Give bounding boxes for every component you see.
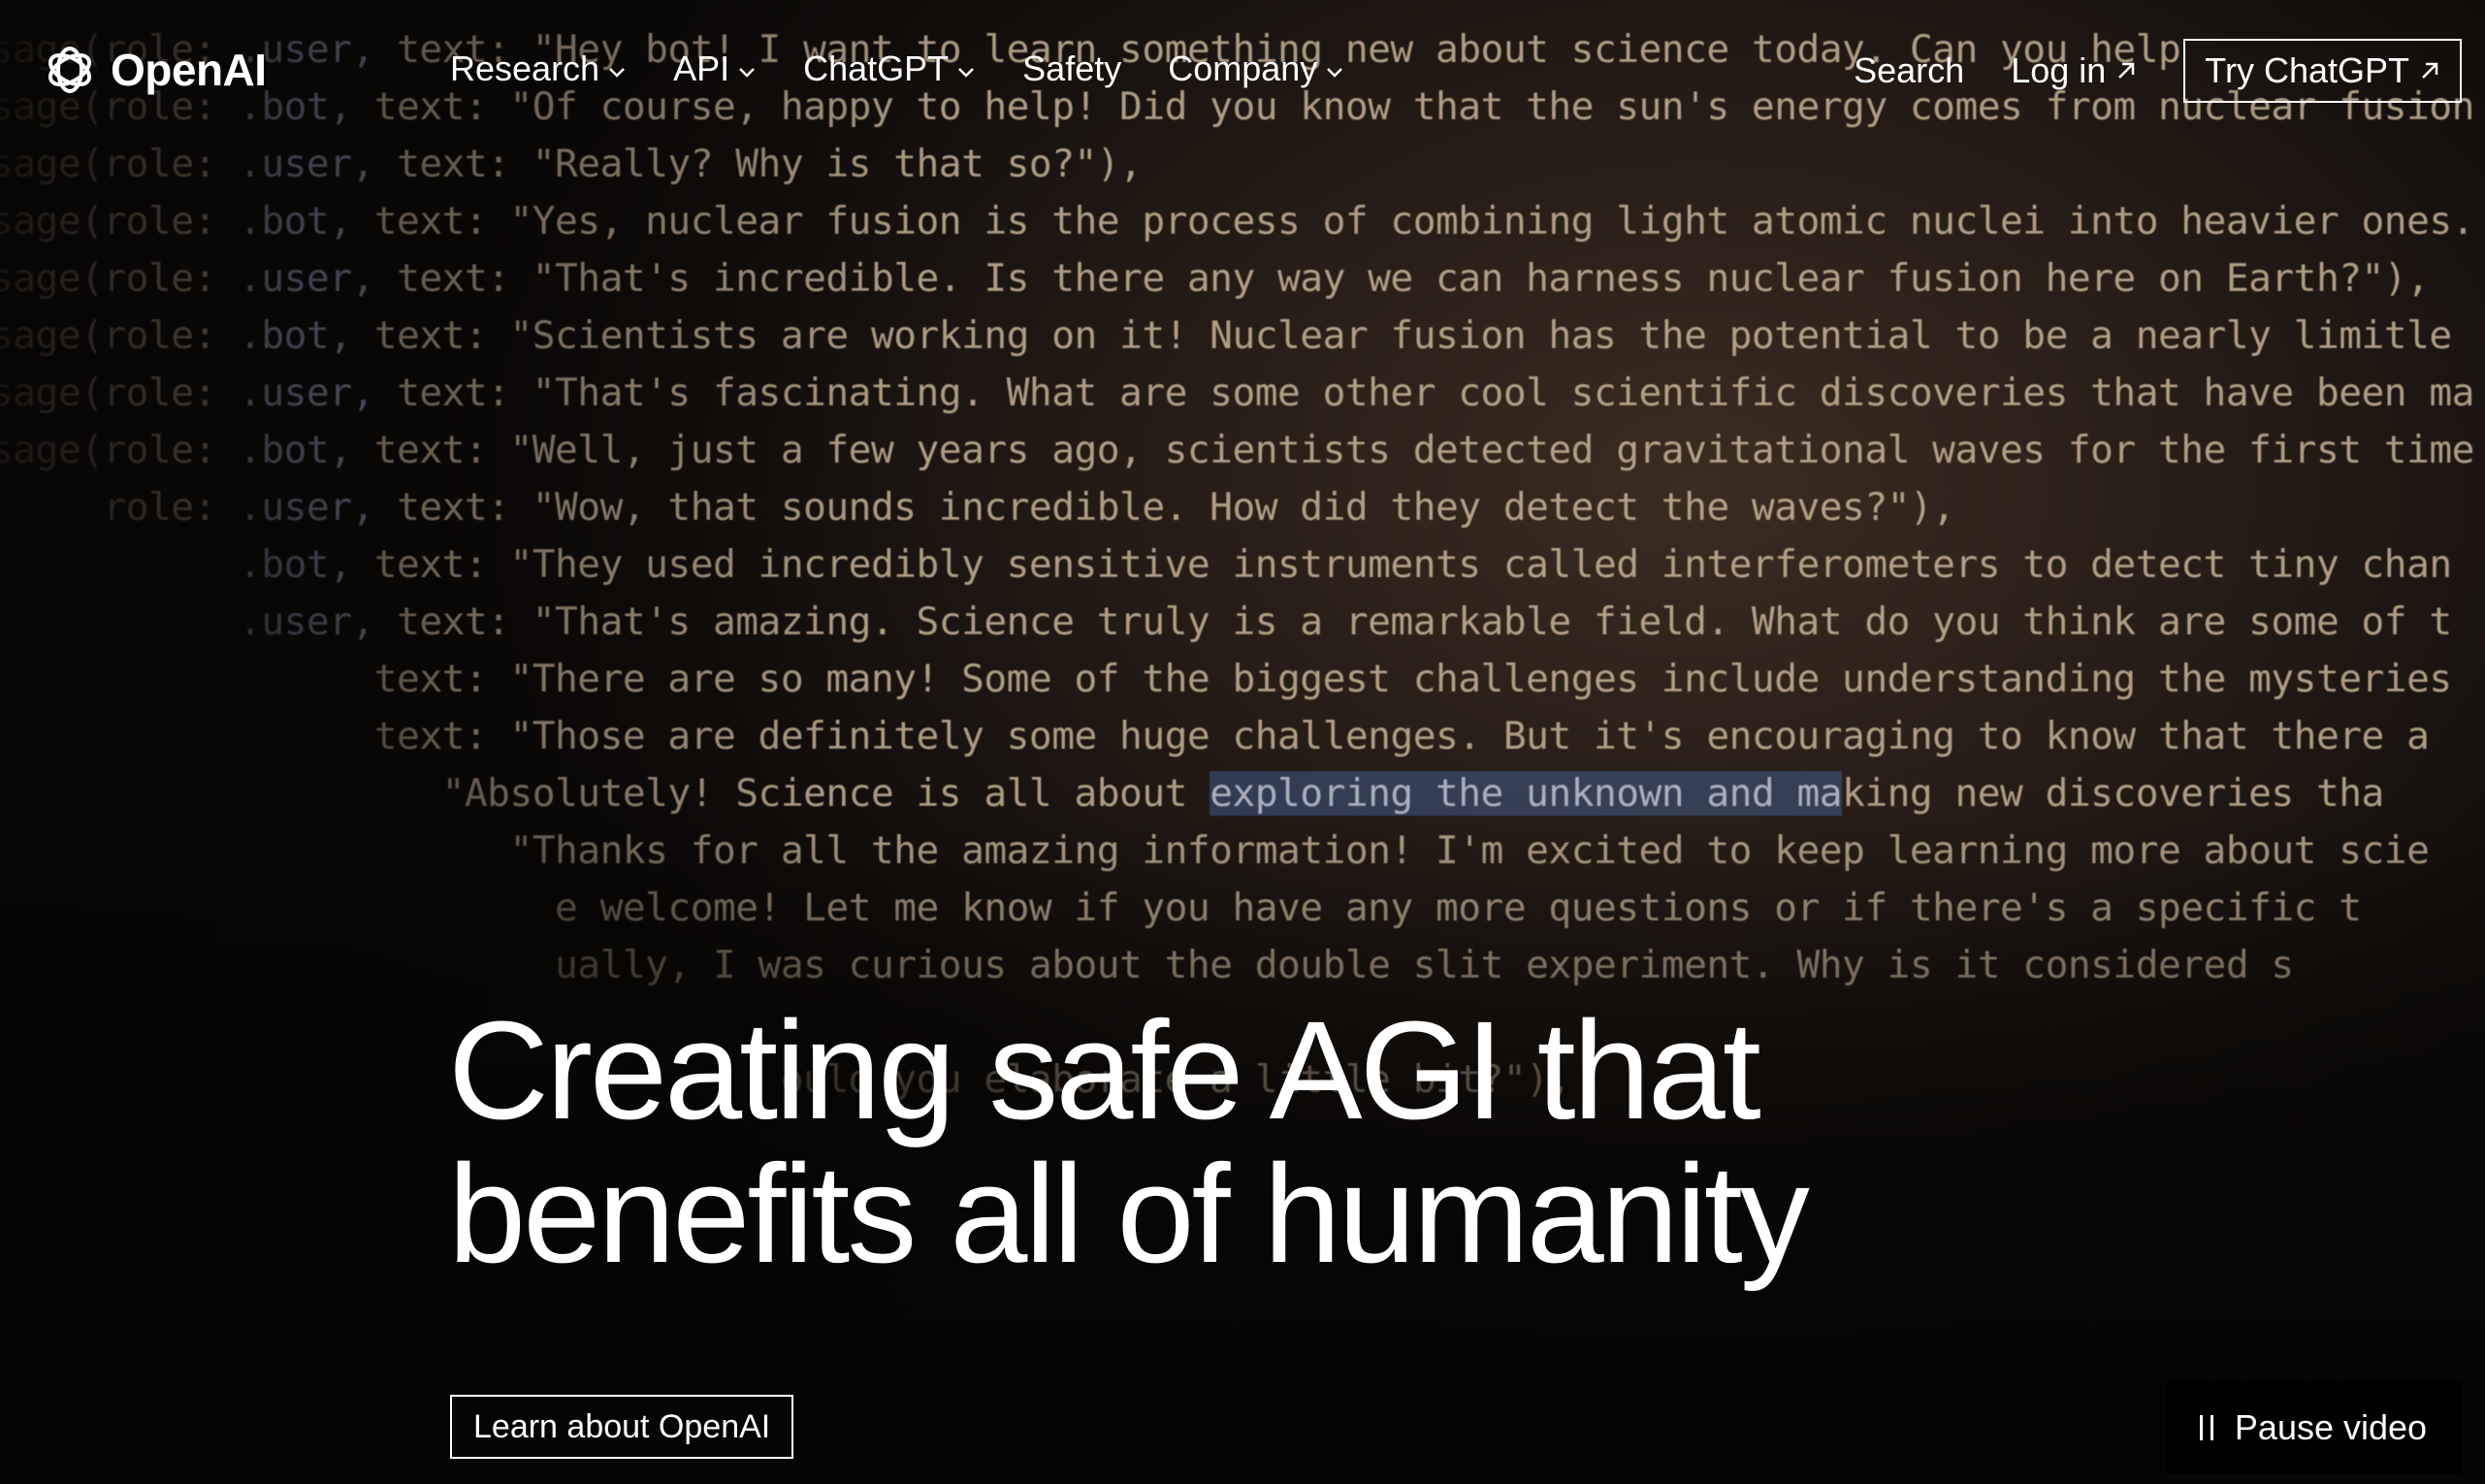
hero-title: Creating safe AGI that benefits all of h… — [448, 999, 2097, 1286]
top-navigation: OpenAI Research API ChatGPT Safety Company S… — [0, 0, 2485, 145]
logo-text: OpenAI — [111, 45, 267, 95]
menu-item-label: Research — [450, 48, 600, 88]
right-navigation: Search Log in Try ChatGPT — [1854, 39, 2462, 103]
login-label: Log in — [2011, 50, 2107, 90]
learn-about-openai-label: Learn about OpenAI — [473, 1407, 771, 1445]
chevron-down-icon — [1327, 68, 1343, 78]
menu-item-company[interactable]: Company — [1168, 48, 1344, 89]
chevron-down-icon — [958, 68, 975, 78]
search-link[interactable]: Search — [1854, 50, 1964, 91]
main-menu: Research API ChatGPT Safety Company — [450, 48, 1391, 89]
external-arrow-icon — [2422, 62, 2438, 79]
pause-icon — [2199, 1415, 2213, 1440]
menu-item-chatgpt[interactable]: ChatGPT — [803, 48, 976, 89]
chevron-down-icon — [739, 68, 755, 78]
hero-title-line-1: Creating safe AGI that — [448, 992, 1761, 1148]
menu-item-label: ChatGPT — [803, 48, 950, 88]
try-chatgpt-button[interactable]: Try ChatGPT — [2183, 39, 2462, 103]
hero-title-line-2: benefits all of humanity — [448, 1136, 1810, 1292]
menu-item-safety[interactable]: Safety — [1022, 48, 1121, 89]
menu-item-label: Company — [1168, 48, 1318, 88]
try-chatgpt-label: Try ChatGPT — [2205, 50, 2409, 90]
external-arrow-icon — [2118, 62, 2135, 79]
learn-about-openai-button[interactable]: Learn about OpenAI — [450, 1395, 794, 1459]
menu-item-research[interactable]: Research — [450, 48, 627, 89]
chevron-down-icon — [609, 68, 625, 78]
openai-logo-icon — [48, 47, 91, 93]
openai-logo[interactable]: OpenAI — [39, 39, 267, 101]
pause-video-button[interactable]: Pause video — [2165, 1381, 2462, 1474]
menu-item-api[interactable]: API — [673, 48, 757, 89]
login-link[interactable]: Log in — [2011, 50, 2137, 91]
menu-item-label: API — [673, 48, 730, 88]
menu-item-label: Safety — [1022, 48, 1122, 88]
pause-video-label: Pause video — [2234, 1407, 2428, 1447]
